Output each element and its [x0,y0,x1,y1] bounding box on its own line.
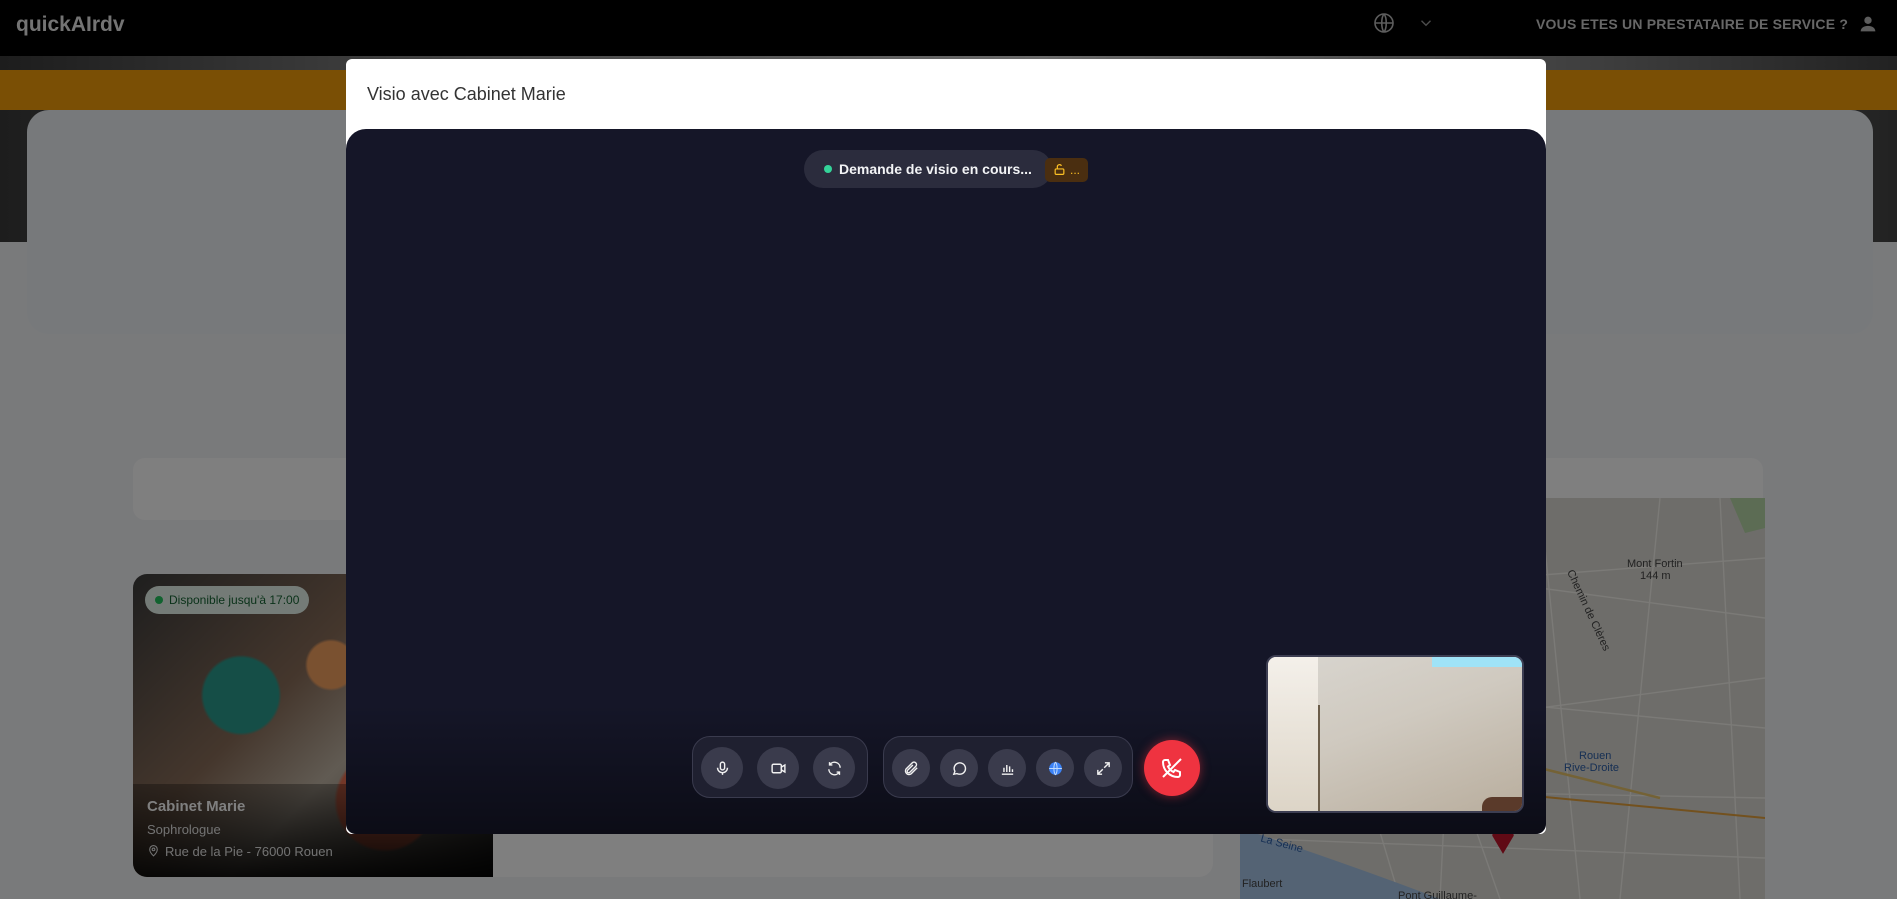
video-camera-icon [770,763,786,773]
expand-icon [1096,761,1110,775]
stats-button[interactable] [988,749,1026,787]
chat-button[interactable] [940,749,978,787]
modal-title: Visio avec Cabinet Marie [367,84,566,104]
microphone-icon [716,760,728,775]
globe-icon [1048,761,1062,775]
switch-camera-button[interactable] [813,747,855,789]
call-status-text: Demande de visio en cours... [839,161,1032,177]
bar-chart-icon [1001,764,1013,775]
tool-controls [883,736,1133,798]
preview-door-edge [1318,705,1320,811]
video-stage: Demande de visio en cours... ... [346,129,1546,834]
call-status-pill: Demande de visio en cours... [804,150,1052,188]
preview-window [1432,657,1522,667]
paperclip-icon [904,760,918,775]
preview-wall [1268,657,1318,811]
preview-object [1482,797,1522,811]
attach-file-button[interactable] [892,749,930,787]
status-dot [824,165,832,173]
phone-hangup-icon [1161,758,1182,779]
encryption-text: ... [1070,163,1081,177]
chat-bubble-icon [952,761,966,775]
microphone-button[interactable] [701,747,743,789]
camera-button[interactable] [757,747,799,789]
translate-button[interactable] [1036,749,1074,787]
media-controls [692,736,868,798]
encryption-badge[interactable]: ... [1045,158,1089,182]
unlock-icon [1054,164,1065,175]
video-call-modal: Visio avec Cabinet Marie Demande de visi… [346,59,1546,834]
fullscreen-button[interactable] [1084,749,1122,787]
end-call-button[interactable] [1144,740,1200,796]
refresh-icon [827,761,841,775]
self-video-preview[interactable] [1266,655,1524,813]
